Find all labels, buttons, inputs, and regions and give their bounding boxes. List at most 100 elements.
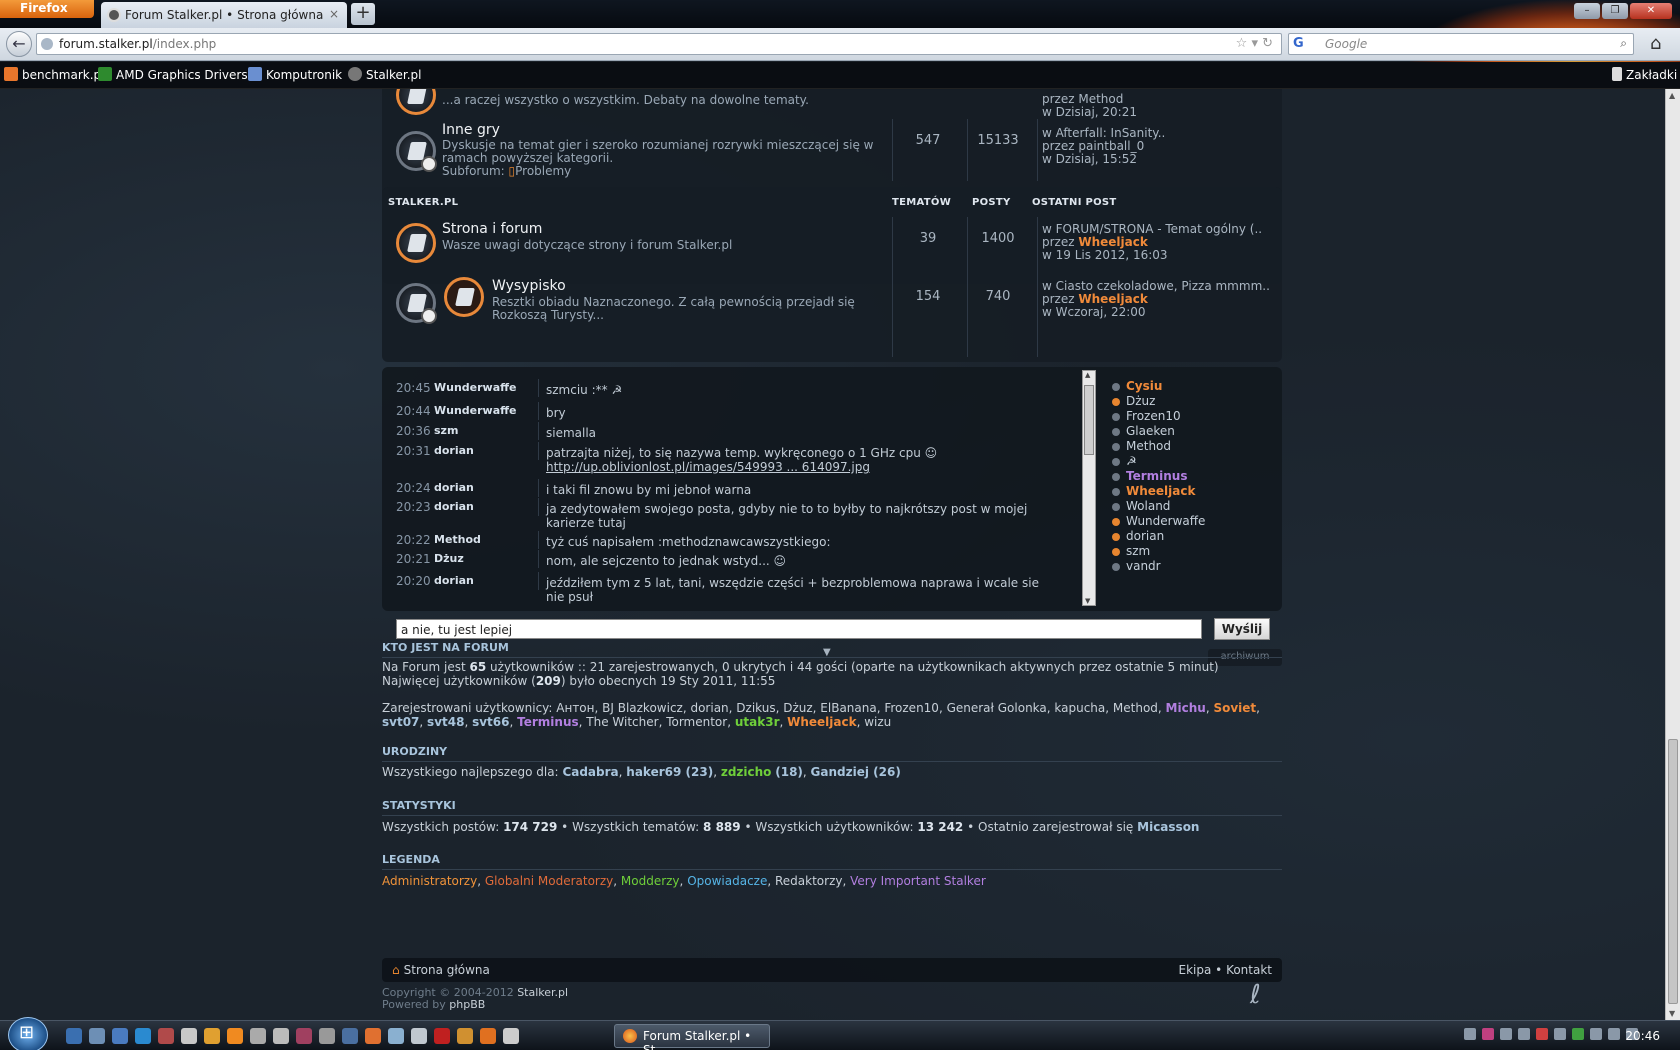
tray-icon[interactable] — [1500, 1028, 1512, 1040]
close-window-button[interactable]: ✕ — [1630, 3, 1672, 19]
clock[interactable]: 20:46 — [1625, 1029, 1660, 1043]
legend-group-admin[interactable]: Administratorzy — [382, 874, 477, 888]
user-link[interactable]: Terminus — [517, 715, 579, 729]
bookmarks-menu[interactable]: Zakładki — [1612, 67, 1677, 82]
user-link[interactable]: Soviet — [1213, 701, 1256, 715]
online-user[interactable]: Cysiu — [1112, 379, 1272, 394]
scroll-up-icon[interactable]: ▲ — [1085, 371, 1090, 379]
chat-user[interactable]: dorian — [434, 444, 474, 457]
tray-icon[interactable] — [1554, 1028, 1566, 1040]
online-user[interactable]: Woland — [1112, 499, 1272, 514]
chat-user[interactable]: Dżuz — [434, 552, 464, 565]
search-box[interactable]: G Google ⌕ — [1288, 33, 1634, 55]
scroll-down-icon[interactable]: ▼ — [1085, 597, 1090, 605]
user-list[interactable]: , The Witcher, Tormentor, — [579, 715, 731, 729]
quicklaunch-icon[interactable] — [411, 1028, 427, 1044]
online-user[interactable]: Wheeljack — [1112, 484, 1272, 499]
subforum-link[interactable]: Problemy — [515, 164, 571, 178]
chat-user[interactable]: Wunderwaffe — [434, 404, 517, 417]
tray-icon[interactable] — [1482, 1028, 1494, 1040]
tray-icon[interactable] — [1572, 1028, 1584, 1040]
team-link[interactable]: Ekipa — [1179, 963, 1212, 977]
scroll-up-icon[interactable]: ▲ — [1669, 91, 1675, 100]
url-bar[interactable]: forum.stalker.pl/index.php ☆ ▾ ↻ — [36, 33, 1282, 55]
tray-icon[interactable] — [1464, 1028, 1476, 1040]
tray-icon[interactable] — [1518, 1028, 1530, 1040]
legend-group-modders[interactable]: Modderzy — [621, 874, 680, 888]
user-list[interactable]: Антон, BJ Blazkowicz, dorian, Dzikus, Dż… — [556, 701, 1161, 715]
back-button[interactable]: ← — [6, 31, 32, 57]
quicklaunch-icon[interactable] — [503, 1028, 519, 1044]
online-user[interactable]: Frozen10 — [1112, 409, 1272, 424]
close-tab-icon[interactable]: × — [329, 7, 339, 21]
chat-link[interactable]: http://up.oblivionlost.pl/images/549993 … — [546, 460, 870, 474]
last-post-author[interactable]: Wheeljack — [1078, 292, 1147, 306]
quicklaunch-icon[interactable] — [434, 1028, 450, 1044]
taskbar-window-firefox[interactable]: Forum Stalker.pl • St... — [614, 1024, 770, 1050]
phpbb-link[interactable]: phpBB — [449, 998, 485, 1011]
user-link[interactable]: haker69 (23) — [626, 765, 713, 779]
minimize-button[interactable]: – — [1574, 3, 1600, 19]
maximize-button[interactable]: ❐ — [1602, 3, 1628, 19]
online-user[interactable]: vandr — [1112, 559, 1272, 574]
google-icon[interactable]: G — [1293, 36, 1304, 51]
firefox-menu-button[interactable]: Firefox — [0, 0, 94, 18]
tab-forum[interactable]: Forum Stalker.pl • Strona główna × — [101, 2, 347, 28]
bookmark-stalker[interactable]: Stalker.pl — [348, 67, 422, 82]
legend-group-vip[interactable]: Very Important Stalker — [850, 874, 986, 888]
quicklaunch-icon[interactable] — [158, 1028, 174, 1044]
quicklaunch-icon[interactable] — [181, 1028, 197, 1044]
user-link[interactable]: Micasson — [1137, 820, 1199, 834]
online-user[interactable]: Glaeken — [1112, 424, 1272, 439]
chat-user[interactable]: Wunderwaffe — [434, 381, 517, 394]
online-user[interactable]: Dżuz — [1112, 394, 1272, 409]
bookmark-amd[interactable]: AMD Graphics Drivers — [98, 67, 248, 82]
network-icon[interactable] — [1608, 1028, 1620, 1040]
chat-input[interactable] — [396, 619, 1202, 639]
firefox-icon[interactable] — [365, 1028, 381, 1044]
bookmark-benchmark[interactable]: benchmark.pl — [4, 67, 105, 82]
chat-user[interactable]: dorian — [434, 500, 474, 513]
last-post-author[interactable]: Wheeljack — [1078, 235, 1147, 249]
quicklaunch-icon[interactable] — [457, 1028, 473, 1044]
page-scrollbar[interactable]: ▲ ▼ — [1665, 89, 1680, 1020]
forum-title[interactable]: Strona i forum — [442, 221, 542, 237]
user-link[interactable]: Cadabra — [562, 765, 618, 779]
chat-scrollbar[interactable]: ▲ ▼ — [1082, 370, 1096, 606]
quicklaunch-icon[interactable] — [342, 1028, 358, 1044]
scroll-down-icon[interactable]: ▼ — [1669, 1009, 1675, 1018]
online-user[interactable]: szm — [1112, 544, 1272, 559]
legend-group-storytellers[interactable]: Opowiadacze — [687, 874, 767, 888]
home-icon[interactable]: ⌂ — [1650, 33, 1661, 54]
search-icon[interactable]: ⌕ — [1620, 36, 1627, 51]
user-link[interactable]: svt48 — [427, 715, 464, 729]
forum-title[interactable]: Wysypisko — [492, 278, 566, 294]
start-button[interactable] — [8, 1017, 48, 1050]
quicklaunch-icon[interactable] — [204, 1028, 220, 1044]
user-link[interactable]: Michu — [1166, 701, 1206, 715]
tray-icon[interactable] — [1590, 1028, 1602, 1040]
user-link[interactable]: utak3r — [735, 715, 780, 729]
send-button[interactable]: Wyślij — [1214, 618, 1270, 640]
user-link[interactable]: Wheeljack — [787, 715, 856, 729]
online-user[interactable]: Method — [1112, 439, 1272, 454]
quicklaunch-icon[interactable] — [89, 1028, 105, 1044]
quicklaunch-icon[interactable] — [480, 1028, 496, 1044]
legend-group-gmod[interactable]: Globalni Moderatorzy — [485, 874, 613, 888]
ie-icon[interactable] — [135, 1028, 151, 1044]
online-user[interactable]: Terminus — [1112, 469, 1272, 484]
online-user[interactable]: ☭ — [1112, 454, 1272, 469]
bookmark-komputronik[interactable]: Komputronik — [248, 67, 342, 82]
tray-icon[interactable] — [1536, 1028, 1548, 1040]
chat-user[interactable]: dorian — [434, 481, 474, 494]
quicklaunch-icon[interactable] — [296, 1028, 312, 1044]
scrollbar-thumb[interactable] — [1668, 739, 1678, 1004]
contact-link[interactable]: Kontakt — [1226, 963, 1272, 977]
user-link[interactable]: zdzicho — [721, 765, 772, 779]
quicklaunch-icon[interactable] — [112, 1028, 128, 1044]
section-title[interactable]: STALKER.PL — [388, 197, 458, 208]
steam-icon[interactable] — [319, 1028, 335, 1044]
reload-icon[interactable]: ☆ ▾ ↻ — [1236, 36, 1273, 51]
legend-group-editors[interactable]: Redaktorzy — [775, 874, 842, 888]
chat-user[interactable]: Method — [434, 533, 481, 546]
